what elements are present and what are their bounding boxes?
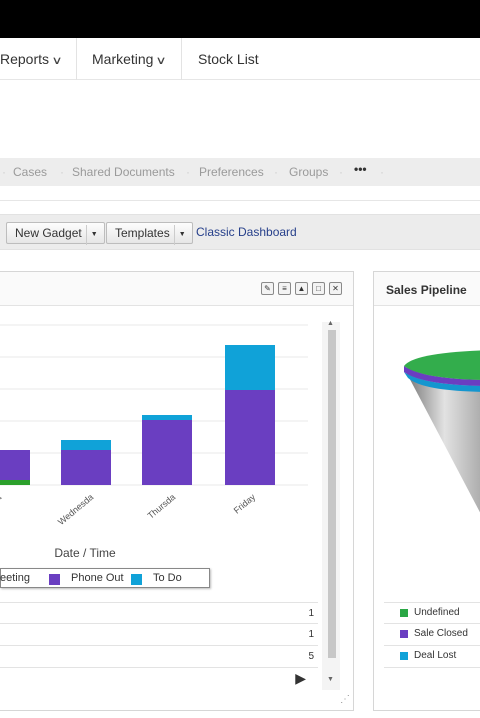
vertical-scrollbar[interactable]: ▲ ▼ <box>322 320 340 690</box>
main-navigation: Reports ∨ Marketing ∨ Stock List <box>0 38 480 80</box>
bar-phone-out <box>142 420 192 485</box>
bar-to-do <box>225 345 275 390</box>
scroll-right-icon[interactable]: ▶ <box>295 670 306 687</box>
gadget-title: Sales Pipeline <box>386 283 467 297</box>
nav-separator <box>76 38 77 80</box>
nav-item-label: Reports <box>0 51 50 67</box>
top-header-bar <box>0 0 480 38</box>
x-tick-label: la <box>0 492 3 504</box>
bar-to-do <box>142 415 192 420</box>
templates-label: Templates <box>115 226 170 240</box>
scroll-down-icon[interactable]: ▼ <box>327 676 334 683</box>
table-scroll-row: ▶ <box>0 668 318 690</box>
bar-phone-out <box>225 390 275 485</box>
collapse-icon[interactable]: ▲ <box>295 282 308 295</box>
table-row[interactable]: 1 <box>0 602 318 624</box>
deal-lost-legend-icon <box>400 652 408 660</box>
phone-out-legend-icon <box>49 574 60 585</box>
maximize-icon[interactable]: □ <box>312 282 325 295</box>
nav-item-reports[interactable]: Reports ∨ <box>0 38 75 80</box>
legend-row[interactable]: Deal Lost <box>384 646 480 668</box>
sales-funnel-chart <box>404 350 480 513</box>
tab-shared-documents[interactable]: Shared Documents <box>72 165 175 179</box>
chart-legend: eeting Phone Out To Do <box>0 568 210 588</box>
legend-label-to-do: To Do <box>153 572 182 584</box>
legend-label: Deal Lost <box>414 650 457 661</box>
gadget-header: ✎ ≡ ▲ □ ✕ <box>0 272 353 306</box>
resize-grip-icon[interactable]: ⋰ <box>340 694 350 705</box>
nav-item-label: Marketing <box>92 51 154 67</box>
row-value: 1 <box>308 629 314 640</box>
chevron-down-icon: ∨ <box>51 55 63 67</box>
bar-to-do <box>61 440 111 450</box>
nav-item-stock-list[interactable]: Stock List <box>184 38 273 80</box>
gadget-header: Sales Pipeline <box>374 272 480 306</box>
x-tick-label: Friday <box>232 492 258 516</box>
tab-separator: · <box>60 165 64 179</box>
legend-row[interactable]: Undefined <box>384 602 480 624</box>
dashboard-tabs: · Cases · Shared Documents · Preferences… <box>0 158 480 186</box>
undefined-legend-icon <box>400 609 408 617</box>
classic-dashboard-link[interactable]: Classic Dashboard <box>196 225 297 239</box>
table-row[interactable]: 1 <box>0 624 318 646</box>
legend-label-meeting: eeting <box>0 572 30 584</box>
nav-item-marketing[interactable]: Marketing ∨ <box>78 38 180 80</box>
scroll-up-icon[interactable]: ▲ <box>327 320 334 327</box>
tab-cases[interactable]: Cases <box>13 165 47 179</box>
new-gadget-button[interactable]: New Gadget ▼ <box>6 222 105 245</box>
activity-chart: la Wednesda Thursda Friday Date / Time <box>0 324 308 560</box>
more-tabs-icon[interactable]: ••• <box>354 162 367 176</box>
dropdown-arrow-icon: ▼ <box>85 225 98 245</box>
x-axis-label: Date / Time <box>54 546 116 560</box>
to-do-legend-icon <box>131 574 142 585</box>
nav-item-label: Stock List <box>198 51 259 67</box>
tab-separator: · <box>380 165 384 179</box>
bar-phone-out <box>0 450 30 480</box>
templates-button[interactable]: Templates ▼ <box>106 222 193 245</box>
scrollbar-thumb[interactable] <box>328 330 336 658</box>
chevron-down-icon: ∨ <box>155 55 168 67</box>
pin-icon[interactable]: ≡ <box>278 282 291 295</box>
row-value: 1 <box>308 608 314 619</box>
tab-separator: · <box>2 165 6 179</box>
table-row[interactable]: 5 <box>0 646 318 668</box>
new-gadget-label: New Gadget <box>15 226 82 240</box>
bar-meeting <box>0 480 30 485</box>
tab-preferences[interactable]: Preferences <box>199 165 264 179</box>
x-tick-label: Thursda <box>146 492 178 521</box>
tab-separator: · <box>274 165 278 179</box>
row-value: 5 <box>308 651 314 662</box>
close-icon[interactable]: ✕ <box>329 282 342 295</box>
sale-closed-legend-icon <box>400 630 408 638</box>
tab-separator: · <box>339 165 343 179</box>
tab-separator: · <box>186 165 190 179</box>
tab-groups[interactable]: Groups <box>289 165 328 179</box>
nav-separator <box>181 38 182 80</box>
legend-row[interactable]: Sale Closed <box>384 624 480 646</box>
bar-phone-out <box>61 450 111 485</box>
legend-label: Sale Closed <box>414 628 468 639</box>
x-tick-label: Wednesda <box>56 492 95 527</box>
legend-label-phone-out: Phone Out <box>71 572 124 584</box>
divider <box>0 200 480 201</box>
edit-icon[interactable]: ✎ <box>261 282 274 295</box>
legend-label: Undefined <box>414 607 460 618</box>
dropdown-arrow-icon: ▼ <box>173 225 186 245</box>
